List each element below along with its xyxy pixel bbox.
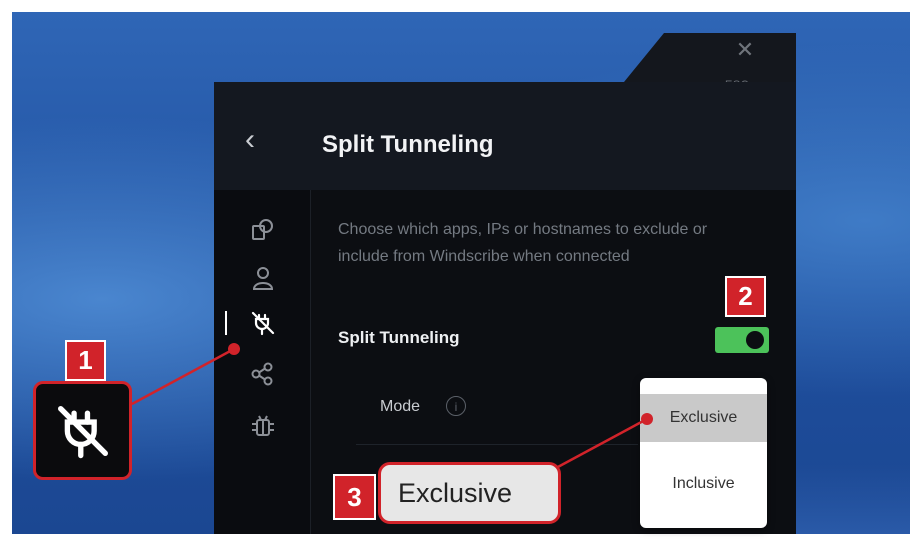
back-chevron-icon[interactable]: ‹ (245, 125, 255, 155)
general-settings-icon[interactable] (250, 217, 276, 243)
page-title: Split Tunneling (322, 131, 494, 158)
split-tunneling-label: Split Tunneling (338, 328, 460, 347)
panel-header: ‹ Split Tunneling (214, 82, 796, 190)
dropdown-option-inclusive[interactable]: Inclusive (640, 460, 767, 508)
callout-badge-3: 3 (333, 474, 376, 520)
callout-badge-2: 2 (725, 276, 766, 317)
split-tunneling-plug-icon[interactable] (250, 310, 276, 336)
split-tunneling-description: Choose which apps, IPs or hostnames to e… (338, 221, 708, 265)
close-icon[interactable]: ✕ (728, 33, 762, 67)
zoomed-split-tunneling-icon (33, 381, 132, 480)
account-icon[interactable] (250, 265, 276, 291)
share-icon[interactable] (250, 361, 276, 387)
info-icon[interactable]: i (446, 396, 466, 416)
divider (356, 444, 638, 445)
plug-icon (58, 406, 108, 459)
dropdown-option-exclusive[interactable]: Exclusive (640, 394, 767, 442)
active-indicator (225, 311, 227, 335)
split-tunneling-toggle[interactable] (715, 327, 769, 353)
mode-dropdown-menu: Exclusive Inclusive (640, 378, 767, 528)
settings-sidebar (214, 190, 311, 534)
toggle-knob (746, 331, 764, 349)
callout-badge-1: 1 (65, 340, 106, 381)
debug-bug-icon[interactable] (250, 413, 276, 439)
mode-label: Mode (380, 398, 421, 415)
zoomed-mode-value: Exclusive (378, 462, 561, 524)
